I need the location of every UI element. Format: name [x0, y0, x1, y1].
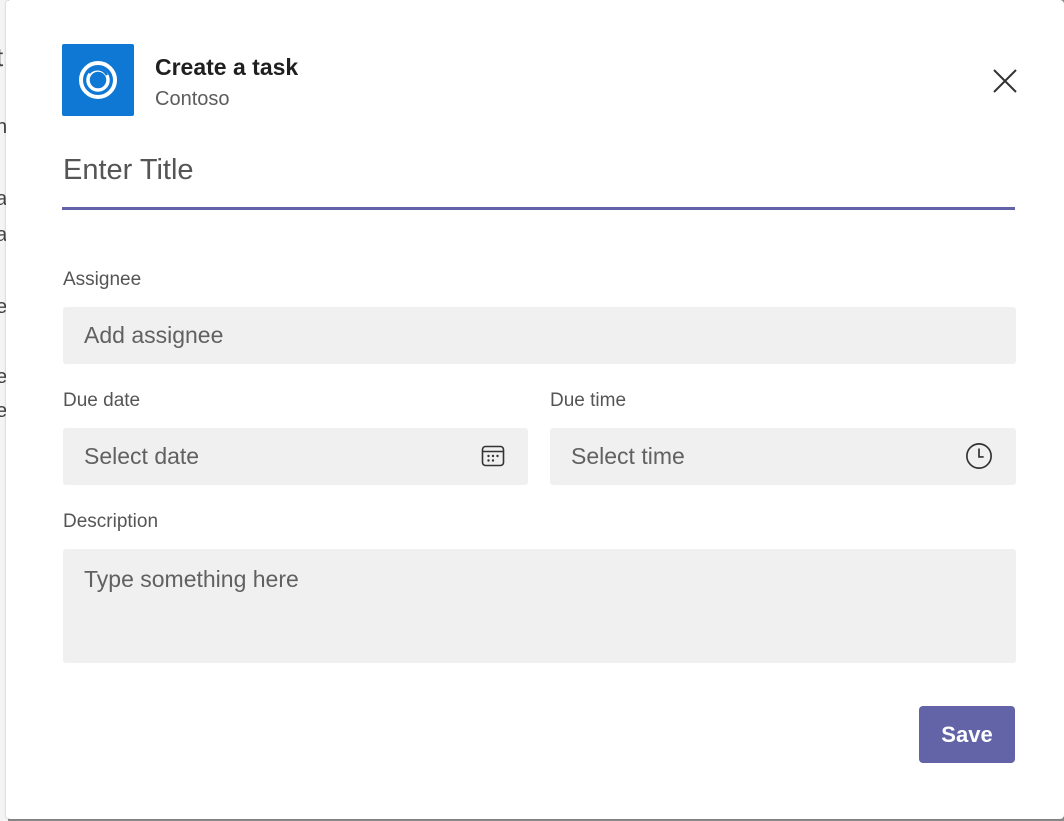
close-icon	[993, 69, 1017, 93]
due-time-input[interactable]	[550, 428, 1016, 485]
save-button[interactable]: Save	[919, 706, 1015, 763]
assignee-label: Assignee	[63, 269, 142, 290]
dialog-header: Create a task Contoso	[62, 44, 1022, 116]
contoso-logo-icon	[62, 44, 134, 116]
description-textarea[interactable]	[63, 549, 1016, 663]
assignee-input[interactable]	[63, 307, 1016, 364]
description-label: Description	[63, 511, 159, 532]
due-date-input[interactable]	[63, 428, 528, 485]
app-name: Contoso	[155, 88, 230, 110]
title-input[interactable]	[62, 142, 1015, 210]
due-time-label: Due time	[550, 390, 627, 411]
close-button[interactable]	[990, 66, 1020, 96]
due-date-label: Due date	[63, 390, 141, 411]
background-fragment: t	[0, 42, 3, 73]
calendar-icon[interactable]	[479, 442, 507, 470]
dialog-title: Create a task	[155, 54, 299, 80]
due-time-picker[interactable]	[550, 428, 1016, 485]
create-task-dialog: Create a task Contoso Assignee Due date …	[6, 0, 1064, 819]
due-date-picker[interactable]	[63, 428, 528, 485]
clock-icon[interactable]	[965, 442, 993, 470]
